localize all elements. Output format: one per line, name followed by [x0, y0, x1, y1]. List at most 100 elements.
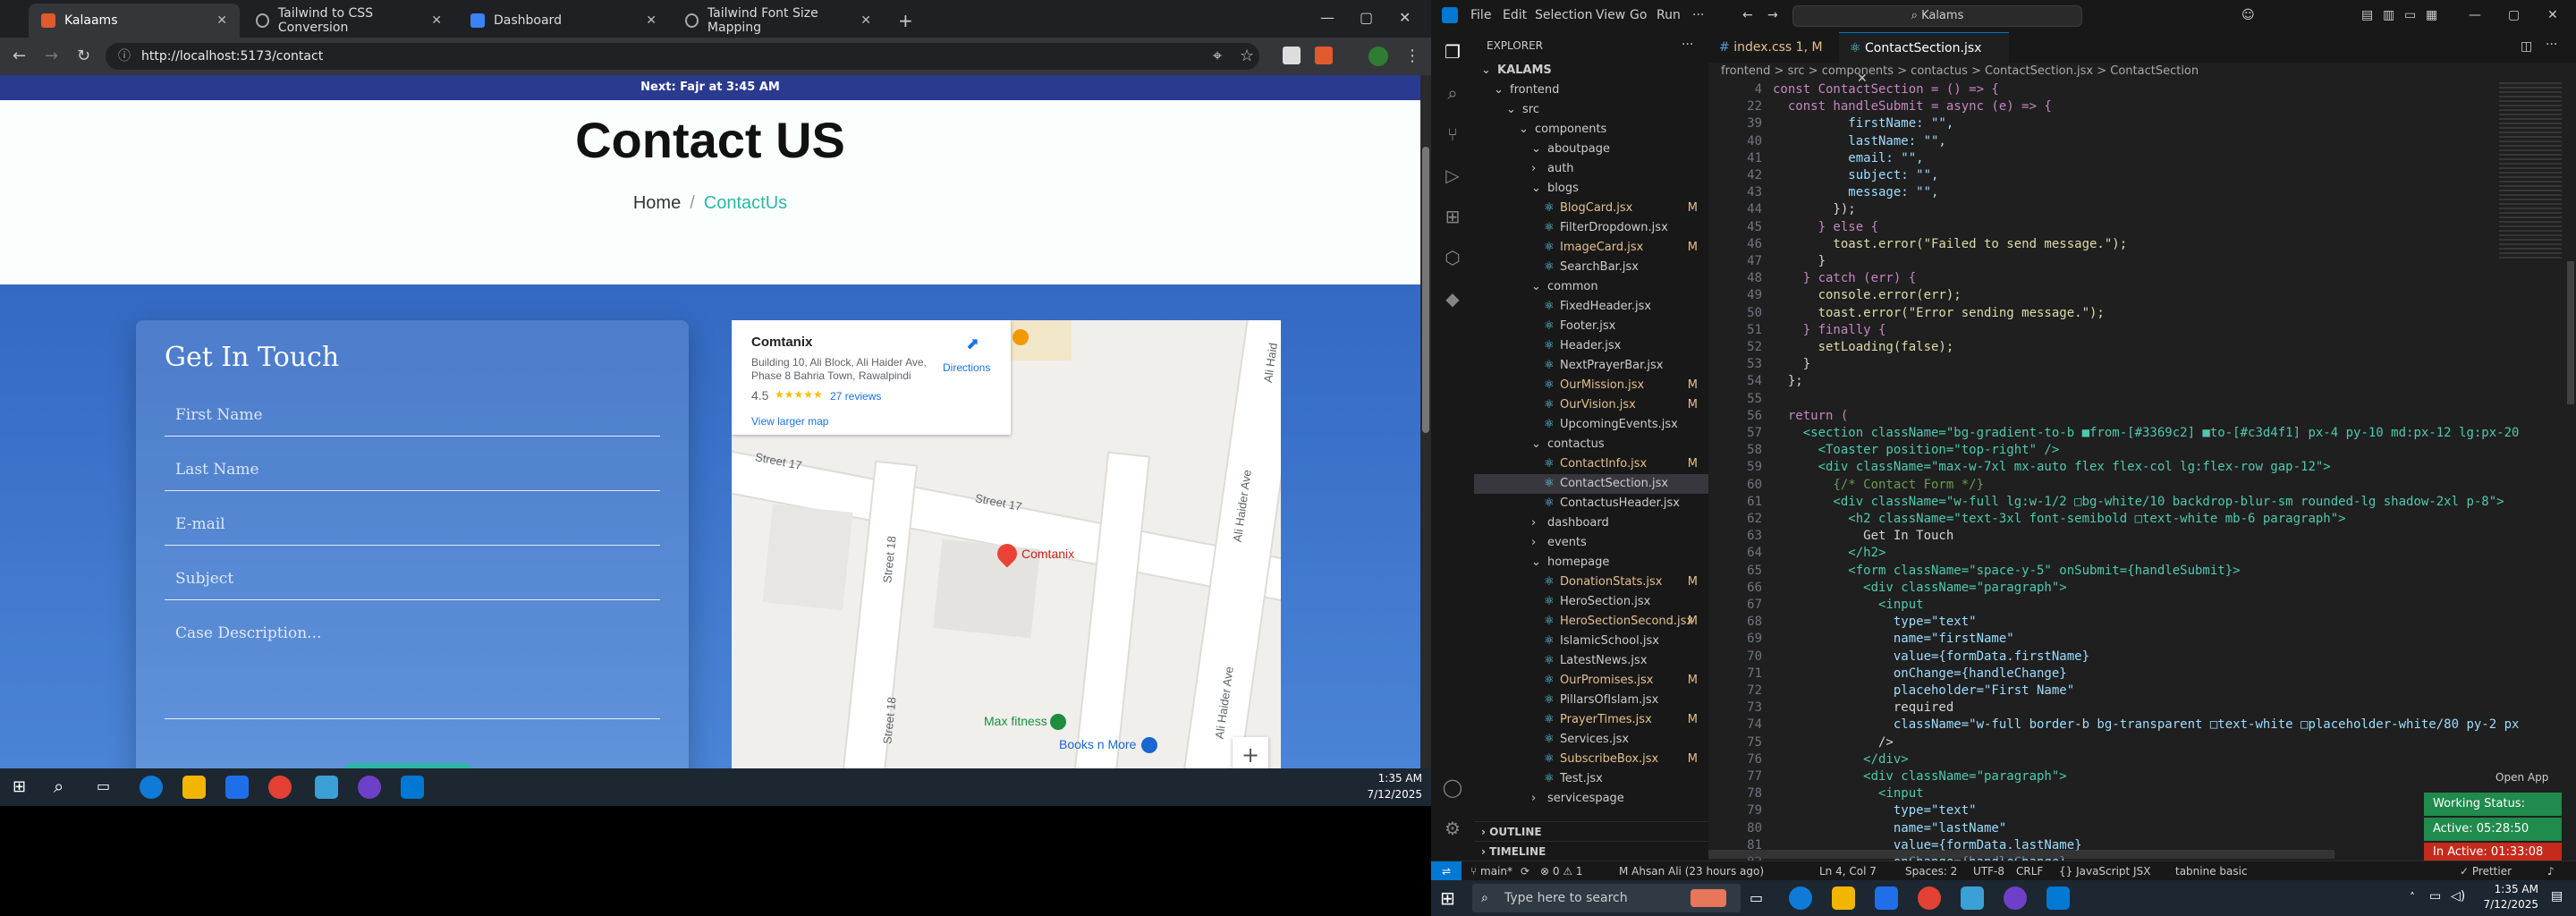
bookmark-star-icon[interactable]: ☆ — [1240, 47, 1254, 65]
file-tree-file[interactable]: ⚛ OurMission.jsx M — [1474, 376, 1708, 395]
edge-icon[interactable] — [1789, 886, 1812, 910]
file-explorer-icon[interactable] — [182, 776, 206, 799]
run-debug-icon[interactable]: ▷ — [1442, 165, 1463, 186]
code-line[interactable]: {/* Contact Form */} — [1773, 478, 1984, 492]
problems-indicator[interactable]: ⊗ 0 ⚠ 1 — [1540, 861, 1583, 881]
code-line[interactable]: } finally { — [1773, 323, 1886, 337]
code-line[interactable]: }); — [1773, 202, 1855, 216]
google-map[interactable]: Street 17 Street 17 Street 18 Street 18 … — [732, 320, 1281, 768]
language-mode[interactable]: {} JavaScript JSX — [2059, 861, 2150, 881]
file-tree-file[interactable]: ⚛ IslamicSchool.jsx — [1474, 632, 1708, 651]
volume-icon[interactable]: ◁) — [2451, 889, 2465, 903]
tab-index-css[interactable]: # index.css 1, M — [1708, 32, 1839, 63]
file-tree-folder[interactable]: › auth — [1474, 159, 1708, 179]
site-info-icon[interactable]: ⓘ — [118, 43, 131, 70]
prettier-status[interactable]: ✓ Prettier — [2460, 861, 2512, 881]
network-icon[interactable]: ▭ — [2429, 889, 2441, 903]
code-line[interactable]: } — [1773, 254, 1826, 268]
code-line[interactable]: subject: "", — [1773, 168, 1938, 182]
file-tree-file[interactable]: ⚛ FilterDropdown.jsx — [1474, 218, 1708, 238]
file-tree-folder[interactable]: ⌄ contactus — [1474, 435, 1708, 454]
file-tree-folder[interactable]: › dashboard — [1474, 513, 1708, 533]
timeline-section[interactable]: › TIMELINE — [1474, 841, 1708, 861]
code-line[interactable]: } catch (err) { — [1773, 271, 1916, 285]
file-tree-file[interactable]: ⚛ ContactusHeader.jsx — [1474, 494, 1708, 513]
code-line[interactable]: <input — [1773, 786, 1924, 801]
tabnine-status[interactable]: tabnine basic — [2175, 861, 2248, 881]
code-line[interactable]: console.error(err); — [1773, 288, 1962, 302]
editor-breadcrumb[interactable]: frontend > src > components > contactus … — [1721, 64, 2199, 78]
minimize-icon[interactable]: — — [1320, 9, 1335, 26]
directions-icon[interactable]: ⬈ — [966, 335, 979, 353]
subject-input[interactable]: Subject — [165, 570, 660, 600]
menu-view[interactable]: View — [1596, 8, 1625, 22]
code-line[interactable]: className="w-full border-b bg-transparen… — [1773, 717, 2520, 732]
reviews-link[interactable]: 27 reviews — [830, 390, 881, 403]
app-icon[interactable] — [1961, 886, 1984, 910]
zoom-in-button[interactable]: + — [1233, 737, 1268, 768]
file-tree-file[interactable]: ⚛ DonationStats.jsx M — [1474, 572, 1708, 592]
file-tree-file[interactable]: ⚛ OurVision.jsx M — [1474, 395, 1708, 415]
edge-icon[interactable] — [140, 776, 163, 799]
file-tree-file[interactable]: ⚛ LatestNews.jsx — [1474, 651, 1708, 671]
clock-date[interactable]: 7/12/2025 — [2467, 898, 2538, 911]
file-tree-folder[interactable]: ⌄ frontend — [1474, 81, 1708, 100]
maximize-icon[interactable]: ▢ — [1360, 9, 1373, 26]
file-tree-folder[interactable]: ⌄ homepage — [1474, 553, 1708, 572]
menu-more[interactable]: ··· — [1692, 8, 1704, 22]
file-tree-folder[interactable]: › events — [1474, 533, 1708, 553]
maximize-icon[interactable]: ▢ — [2508, 8, 2520, 22]
file-tree-file[interactable]: ⚛ BlogCard.jsx M — [1474, 199, 1708, 218]
notifications-bell-icon[interactable]: ♪ — [2547, 861, 2555, 881]
settings-gear-icon[interactable]: ⚙ — [1442, 818, 1463, 839]
file-tree-folder[interactable]: ⌄ src — [1474, 100, 1708, 120]
encoding[interactable]: UTF-8 — [1973, 861, 2004, 881]
account-icon[interactable]: ◯ — [1442, 776, 1463, 798]
forward-icon[interactable]: → — [45, 47, 58, 65]
tab-contactsection[interactable]: ⚛ ContactSection.jsx ✕ — [1839, 32, 2009, 86]
new-tab-button[interactable]: + — [886, 4, 914, 38]
remote-status-icon[interactable]: ⇌ — [1431, 861, 1462, 880]
layout-icon[interactable]: ▤ — [2361, 8, 2373, 22]
file-tree-folder[interactable]: ⌄ blogs — [1474, 179, 1708, 199]
tray-chevron-icon[interactable]: ˄ — [2410, 891, 2415, 903]
code-line[interactable]: toast.error("Failed to send message."); — [1773, 237, 2127, 251]
explorer-icon[interactable]: ❐ — [1442, 41, 1463, 63]
search-icon[interactable]: ⌕ — [54, 776, 64, 797]
more-actions-icon[interactable]: ··· — [1682, 38, 1693, 52]
file-tree-file[interactable]: ⚛ Header.jsx — [1474, 336, 1708, 356]
code-line[interactable]: <div className="max-w-7xl mx-auto flex f… — [1773, 460, 2331, 474]
vscode-icon[interactable] — [401, 776, 424, 799]
close-tab-icon[interactable]: ✕ — [860, 13, 871, 28]
file-tree-file[interactable]: ⚛ FixedHeader.jsx — [1474, 297, 1708, 317]
back-icon[interactable]: ← — [13, 47, 26, 65]
app-icon[interactable] — [315, 776, 338, 799]
menu-edit[interactable]: Edit — [1503, 8, 1527, 22]
mongodb-icon[interactable]: ◆ — [1442, 288, 1463, 310]
file-tree-file[interactable]: ⚛ UpcomingEvents.jsx — [1474, 415, 1708, 435]
source-control-icon[interactable]: ⑂ — [1442, 123, 1463, 145]
code-line[interactable]: /> — [1773, 735, 1894, 750]
code-line[interactable]: type="text" — [1773, 803, 1977, 818]
extension-icon[interactable] — [1315, 47, 1333, 64]
code-line[interactable]: <Toaster position="top-right" /> — [1773, 443, 2060, 457]
back-icon[interactable]: ← — [1742, 8, 1753, 22]
sidebar-toggle-icon[interactable]: ▥ — [2383, 8, 2394, 22]
extensions-icon[interactable]: ⊞ — [1442, 206, 1463, 227]
code-line[interactable]: placeholder="First Name" — [1773, 683, 2074, 698]
taskbar-search-input[interactable]: ⌕ Type here to search — [1472, 884, 1741, 912]
directions-link[interactable]: Directions — [943, 361, 990, 374]
copilot-icon[interactable]: ☺ — [2241, 8, 2255, 22]
file-tree-file[interactable]: ⚛ Test.jsx — [1474, 769, 1708, 789]
code-line[interactable]: <div className="paragraph"> — [1773, 769, 2067, 784]
file-tree-file[interactable]: ⚛ Footer.jsx — [1474, 317, 1708, 336]
code-line[interactable]: name="lastName" — [1773, 821, 2006, 835]
file-tree-folder[interactable]: ⌄ aboutpage — [1474, 140, 1708, 159]
file-explorer-icon[interactable] — [1832, 886, 1855, 910]
tab-tailwind-to-css[interactable]: Tailwind to CSS Conversion ✕ — [243, 4, 454, 38]
code-line[interactable]: lastName: "", — [1773, 134, 1946, 148]
code-line[interactable]: firstName: "", — [1773, 116, 1953, 131]
tab-kalaams[interactable]: Kalaams ✕ — [29, 4, 240, 38]
last-name-input[interactable]: Last Name — [165, 461, 660, 491]
code-line[interactable]: </h2> — [1773, 546, 1885, 560]
